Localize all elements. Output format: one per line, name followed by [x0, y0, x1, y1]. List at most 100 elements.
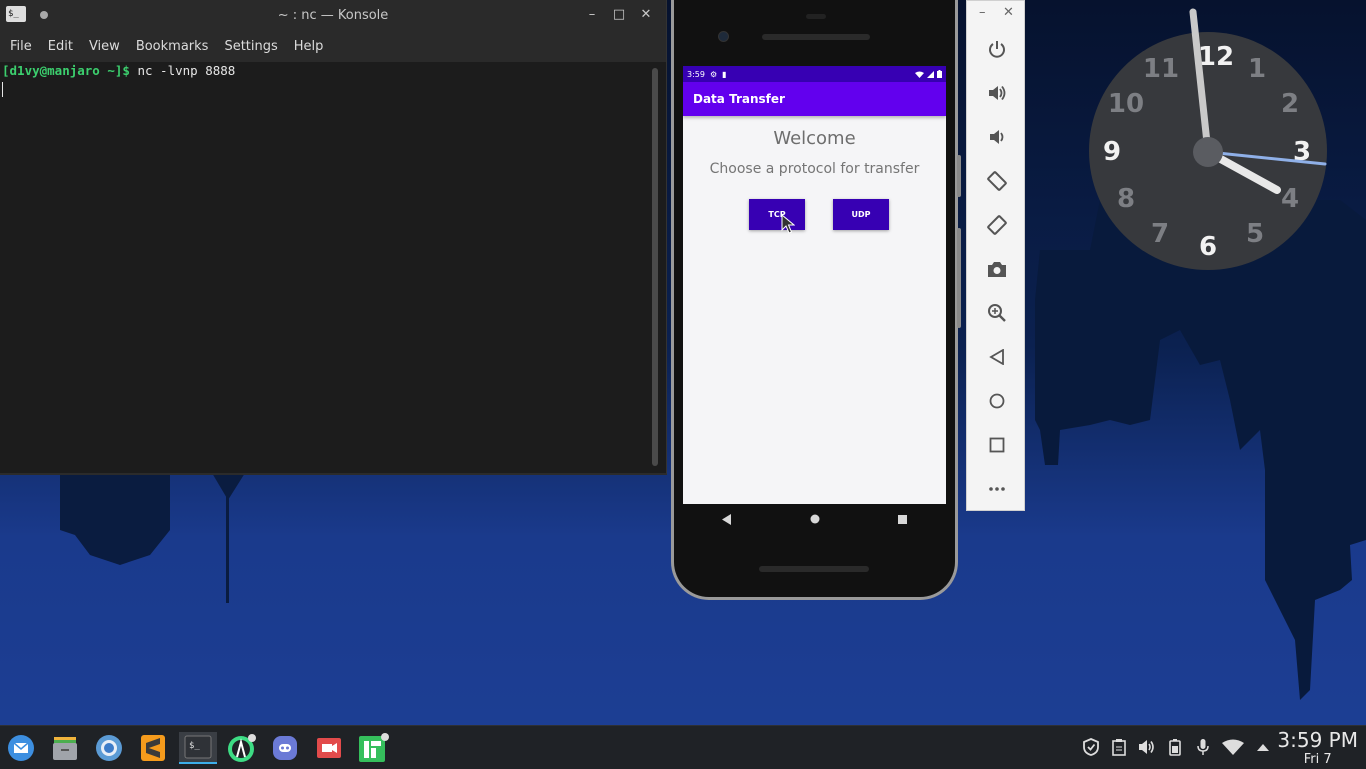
android-nav-bar: [683, 504, 946, 534]
sdcard-status-icon: ▮: [722, 69, 727, 79]
android-status-bar: 3:59 ⚙ ▮: [683, 66, 946, 82]
toolbar-close-button[interactable]: ✕: [1003, 5, 1014, 20]
phone-screen[interactable]: 3:59 ⚙ ▮ Data Transfer Welcome Choose a …: [683, 66, 946, 504]
toolbar-minimize-button[interactable]: –: [979, 5, 986, 20]
taskbar-chromium[interactable]: [93, 732, 125, 764]
minimize-button[interactable]: –: [584, 7, 600, 23]
menu-view[interactable]: View: [81, 39, 128, 54]
files-icon: [53, 737, 77, 760]
shell-prompt: [d1vy@manjaro ~]$: [2, 63, 130, 78]
nav-recents-icon[interactable]: [898, 514, 907, 524]
svg-text:$_: $_: [189, 741, 200, 751]
terminal-scrollbar[interactable]: [652, 68, 658, 466]
wifi-icon: [1222, 739, 1244, 755]
text-cursor: [2, 82, 3, 97]
taskbar-discord[interactable]: [269, 732, 301, 764]
nav-back-icon[interactable]: [722, 513, 732, 525]
volume-icon: [1139, 740, 1154, 754]
close-button[interactable]: ✕: [638, 7, 654, 23]
menu-help[interactable]: Help: [286, 39, 332, 54]
tray-wifi[interactable]: [1222, 734, 1244, 760]
power-icon: [988, 41, 1005, 58]
more-button[interactable]: [967, 467, 1026, 511]
taskbar-time: 3:59 PM: [1277, 728, 1358, 752]
rotate-left-button[interactable]: [967, 159, 1026, 203]
clock-center-pin: [1193, 137, 1223, 167]
toolbar-window-controls: – ✕: [967, 1, 1024, 27]
mouse-pointer-icon: [781, 214, 795, 234]
camera-icon: [987, 262, 1006, 277]
terminal-line: [d1vy@manjaro ~]$ nc -lvnp 8888: [2, 62, 648, 80]
overview-button[interactable]: [967, 423, 1026, 467]
emulator-phone-frame: 3:59 ⚙ ▮ Data Transfer Welcome Choose a …: [671, 0, 961, 600]
front-camera: [718, 31, 729, 42]
udp-button[interactable]: UDP: [833, 199, 889, 230]
protocol-button-row: TCP UDP: [683, 199, 946, 239]
screenshot-button[interactable]: [967, 247, 1026, 291]
discord-icon: [273, 736, 297, 760]
phone-power-key[interactable]: [957, 155, 961, 197]
clock-hands: [1189, 8, 1327, 194]
konsole-window[interactable]: $_ ~ : nc — Konsole – □ ✕ File Edit View…: [0, 0, 667, 475]
konsole-menubar: File Edit View Bookmarks Settings Help: [0, 30, 666, 62]
volume-up-button[interactable]: [967, 71, 1026, 115]
app-bar: Data Transfer: [683, 82, 946, 116]
taskbar-android-studio[interactable]: [225, 732, 257, 764]
mail-icon: [8, 735, 34, 761]
battery-status-icon: [937, 70, 942, 78]
volume-down-icon: [989, 130, 1003, 144]
taskbar-files[interactable]: [49, 732, 81, 764]
digital-clock[interactable]: 3:59 PM Fri 7: [1277, 728, 1358, 768]
menu-bookmarks[interactable]: Bookmarks: [128, 39, 217, 54]
terminal-line: [2, 80, 648, 98]
tray-volume[interactable]: [1138, 734, 1156, 760]
clipboard-icon: [1112, 739, 1126, 756]
phone-volume-keys[interactable]: [957, 228, 961, 328]
app-title: Data Transfer: [693, 92, 785, 106]
taskbar-mail[interactable]: [5, 732, 37, 764]
volume-up-icon: [988, 85, 1005, 101]
maximize-button[interactable]: □: [611, 7, 627, 23]
status-time: 3:59: [687, 69, 705, 79]
zoom-button[interactable]: [967, 291, 1026, 335]
battery-icon: [1169, 739, 1181, 756]
konsole-title: ~ : nc — Konsole: [277, 8, 389, 23]
taskbar: $_ 3:59 PM Fri 7: [0, 725, 1366, 769]
taskbar-terminal[interactable]: $_: [179, 732, 217, 764]
phone-chin-speaker: [759, 566, 869, 572]
rotate-right-button[interactable]: [967, 203, 1026, 247]
tray-microphone[interactable]: [1194, 734, 1212, 760]
power-button[interactable]: [967, 27, 1026, 71]
clock-minute-hand: [1189, 8, 1212, 156]
konsole-titlebar[interactable]: $_ ~ : nc — Konsole – □ ✕: [0, 0, 666, 30]
tray-shield[interactable]: [1082, 734, 1100, 760]
manjaro-icon: [359, 733, 389, 762]
back-button[interactable]: [967, 335, 1026, 379]
wifi-status-icon: [915, 71, 924, 78]
tray-expand-icon: [1257, 744, 1269, 751]
back-icon: [988, 349, 1004, 365]
volume-down-button[interactable]: [967, 115, 1026, 159]
taskbar-screen-recorder[interactable]: [313, 732, 345, 764]
rotate-left-icon: [986, 171, 1007, 191]
menu-file[interactable]: File: [2, 39, 40, 54]
emulator-toolbar: – ✕: [966, 0, 1025, 511]
home-button[interactable]: [967, 379, 1026, 423]
tray-clipboard[interactable]: [1110, 734, 1128, 760]
menu-settings[interactable]: Settings: [216, 39, 285, 54]
rotate-right-icon: [986, 215, 1007, 235]
taskbar-sublime[interactable]: [137, 732, 169, 764]
microphone-icon: [1197, 739, 1209, 755]
shell-command: nc -lvnp 8888: [137, 63, 236, 78]
taskbar-manjaro[interactable]: [357, 732, 389, 764]
tray-expand[interactable]: [1254, 734, 1272, 760]
welcome-heading: Welcome: [773, 128, 856, 149]
screen-recorder-icon: [317, 738, 341, 758]
tcp-button[interactable]: TCP: [749, 199, 805, 230]
protocol-prompt: Choose a protocol for transfer: [709, 161, 920, 177]
system-tray: [1082, 734, 1272, 760]
menu-edit[interactable]: Edit: [40, 39, 81, 54]
tray-battery[interactable]: [1166, 734, 1184, 760]
terminal-area[interactable]: [d1vy@manjaro ~]$ nc -lvnp 8888: [0, 62, 650, 473]
nav-home-icon[interactable]: [810, 514, 820, 524]
